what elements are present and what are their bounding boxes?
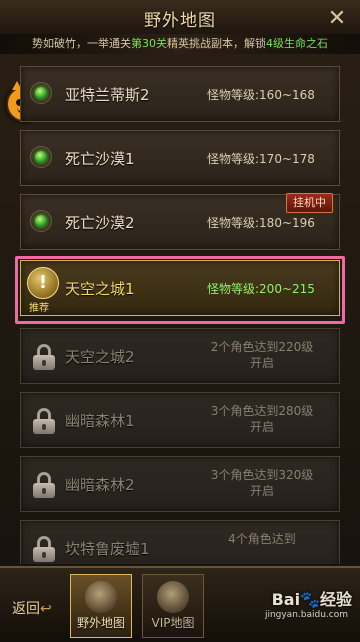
bottom-nav: 返回↩ 野外地图 VIP地图 Bai🐾经验 jingyan.baidu.com bbox=[0, 566, 360, 642]
announcement-banner: 势如破竹，一举通关第30关精英挑战副本，解锁4级生命之石 bbox=[0, 34, 360, 54]
green-gem-icon bbox=[30, 210, 52, 232]
back-label: 返回 bbox=[12, 601, 40, 617]
map-row-death-desert-2[interactable]: 死亡沙漠2 怪物等级:180~196 挂机中 bbox=[20, 193, 340, 250]
green-gem-icon bbox=[30, 146, 52, 168]
lock-icon bbox=[33, 536, 55, 562]
map-name: 死亡沙漠2 bbox=[65, 214, 135, 232]
vip-map-icon bbox=[157, 581, 189, 613]
unlock-requirement: 4个角色达到 bbox=[228, 532, 296, 546]
lock-icon bbox=[33, 344, 55, 370]
map-name: 坎特鲁废墟1 bbox=[65, 540, 150, 558]
field-map-icon bbox=[85, 581, 117, 613]
map-name: 亚特兰蒂斯2 bbox=[65, 86, 150, 104]
map-name: 幽暗森林1 bbox=[65, 412, 135, 430]
banner-text-1: 势如破竹，一举通关 bbox=[32, 37, 131, 50]
map-row-dark-forest-1[interactable]: 幽暗森林1 3个角色达到280级开启 bbox=[20, 392, 340, 448]
map-row-death-desert-1[interactable]: 死亡沙漠1 怪物等级:170~178 bbox=[20, 130, 340, 186]
monster-level: 怪物等级:180~196 bbox=[207, 216, 315, 230]
tab-vip-map[interactable]: VIP地图 bbox=[142, 574, 204, 638]
tab-label: 野外地图 bbox=[76, 616, 125, 630]
unlock-requirement: 3个角色达到320级开启 bbox=[210, 468, 314, 498]
page-title: 野外地图 bbox=[144, 11, 216, 31]
monster-level: 怪物等级:160~168 bbox=[207, 88, 315, 102]
watermark-url: jingyan.baidu.com bbox=[264, 610, 348, 620]
tab-field-map[interactable]: 野外地图 bbox=[70, 574, 132, 638]
map-name: 天空之城2 bbox=[65, 348, 135, 366]
title-bar: 野外地图 ✕ bbox=[0, 0, 360, 36]
lock-icon bbox=[33, 408, 55, 434]
tab-label: VIP地图 bbox=[151, 616, 195, 630]
banner-text-2: 精英挑战副本，解锁 bbox=[167, 37, 266, 50]
back-button[interactable]: 返回↩ bbox=[12, 598, 52, 618]
highlight-annotation bbox=[15, 256, 345, 324]
banner-highlight-1: 第30关 bbox=[131, 37, 167, 50]
unlock-requirement: 3个角色达到280级开启 bbox=[210, 404, 314, 434]
map-row-sky-city-2[interactable]: 天空之城2 2个角色达到220级开启 bbox=[20, 328, 340, 384]
map-row-ruins-1[interactable]: 坎特鲁废墟1 4个角色达到 bbox=[20, 520, 340, 564]
map-name: 幽暗森林2 bbox=[65, 476, 135, 494]
watermark-logo: Bai🐾经验 bbox=[271, 590, 352, 609]
lock-icon bbox=[33, 472, 55, 498]
map-panel: 野外地图 ✕ 势如破竹，一举通关第30关精英挑战副本，解锁4级生命之石 亚特兰蒂… bbox=[0, 0, 360, 642]
back-arrow-icon: ↩ bbox=[40, 601, 52, 617]
close-icon[interactable]: ✕ bbox=[324, 6, 350, 32]
unlock-requirement: 2个角色达到220级开启 bbox=[210, 340, 314, 370]
map-name: 死亡沙漠1 bbox=[65, 150, 135, 168]
green-gem-icon bbox=[30, 82, 52, 104]
banner-highlight-2: 4级生命之石 bbox=[266, 37, 328, 50]
map-row-atlantis-2[interactable]: 亚特兰蒂斯2 怪物等级:160~168 bbox=[20, 66, 340, 122]
idle-status-badge: 挂机中 bbox=[286, 193, 333, 213]
map-row-dark-forest-2[interactable]: 幽暗森林2 3个角色达到320级开启 bbox=[20, 456, 340, 512]
monster-level: 怪物等级:170~178 bbox=[207, 152, 315, 166]
